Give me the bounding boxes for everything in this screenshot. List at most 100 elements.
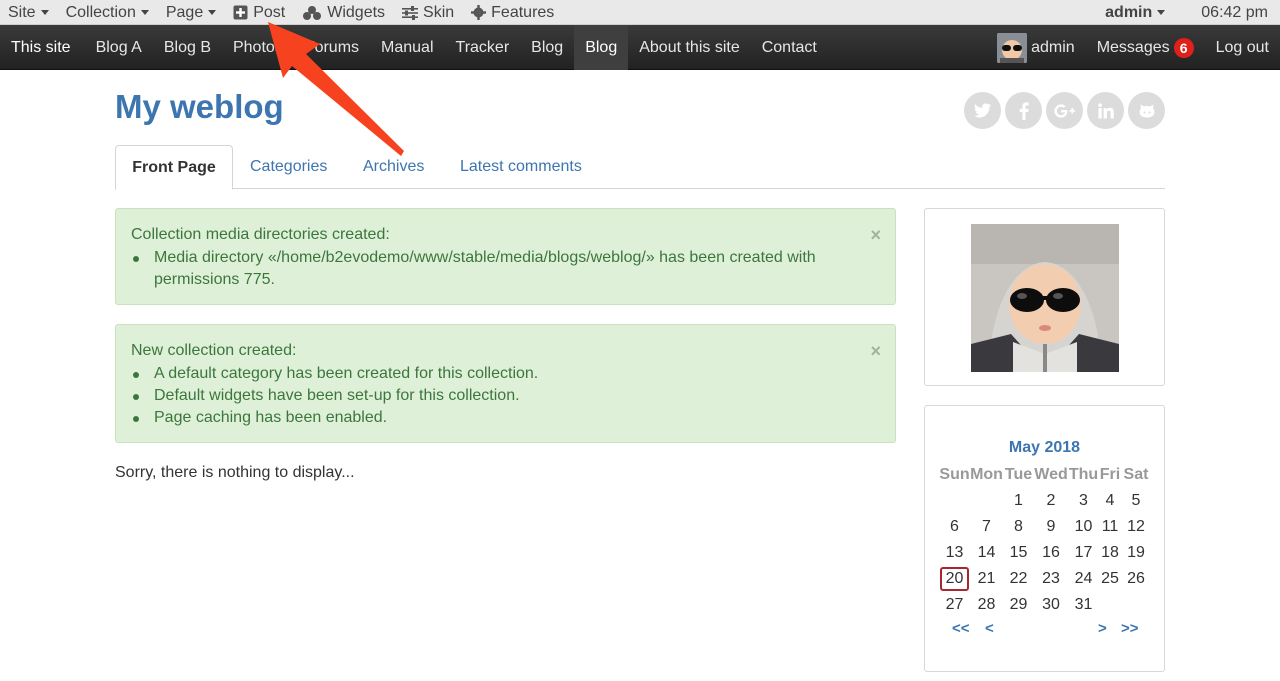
post-button[interactable]: Post: [233, 4, 285, 22]
calendar-next-year[interactable]: >>: [1121, 620, 1139, 637]
nav-blog-active[interactable]: Blog: [574, 25, 629, 70]
calendar-week-row: 20 21 22 23 24 25 26: [939, 566, 1151, 592]
calendar-day: 8: [1014, 518, 1023, 535]
site-menu-label: Site: [8, 3, 36, 21]
collection-tabs: Front Page Categories Archives Latest co…: [115, 145, 1165, 190]
calendar-day: 18: [1101, 544, 1119, 561]
page-menu[interactable]: Page: [165, 3, 217, 22]
weekday-label: Fri: [1099, 466, 1121, 483]
profile-photo[interactable]: [971, 224, 1119, 372]
nav-photos[interactable]: Photos: [222, 25, 294, 70]
user-menu[interactable]: admin: [1105, 3, 1166, 22]
features-button-label: Features: [491, 3, 555, 21]
chevron-down-icon: [1157, 10, 1166, 15]
calendar-day: 14: [977, 544, 996, 561]
nav-blog-a[interactable]: Blog A: [85, 25, 153, 70]
empty-message: Sorry, there is nothing to display...: [115, 464, 355, 481]
nav-blog-b[interactable]: Blog B: [153, 25, 222, 70]
page-title[interactable]: My weblog: [115, 88, 284, 126]
calendar-day: 12: [1127, 518, 1145, 535]
site-menu[interactable]: Site: [8, 4, 49, 22]
skin-button-label: Skin: [423, 3, 455, 21]
list-item: Default widgets have been set-up for thi…: [131, 385, 880, 407]
calendar-weekday-row: Sun Mon Tue Wed Thu Fri Sat: [939, 462, 1151, 488]
calendar-day: 31: [1074, 596, 1093, 613]
calendar-day: 17: [1074, 544, 1093, 561]
weekday-label: Mon: [970, 466, 1003, 483]
calendar-day: 11: [1101, 518, 1119, 535]
success-alert-media: × Collection media directories created: …: [115, 208, 896, 305]
calendar-day: 5: [1131, 492, 1141, 509]
success-alert-collection: × New collection created: A default cate…: [115, 324, 896, 443]
close-icon[interactable]: ×: [870, 225, 881, 246]
nav-this-site[interactable]: This site: [0, 25, 85, 70]
github-icon[interactable]: [1128, 92, 1165, 129]
user-profile-link[interactable]: admin: [997, 32, 1075, 63]
page-menu-label: Page: [165, 3, 204, 21]
calendar-day: 24: [1074, 570, 1093, 587]
calendar-day: 1: [1014, 492, 1023, 509]
calendar-day: 16: [1042, 544, 1060, 561]
chevron-down-icon: [140, 10, 149, 15]
nav-contact[interactable]: Contact: [751, 25, 828, 70]
collection-menu-label: Collection: [65, 3, 136, 21]
collection-menu[interactable]: Collection: [66, 4, 149, 22]
calendar-nav: << < > >>: [925, 620, 1166, 640]
calendar-next-month[interactable]: >: [1098, 620, 1107, 637]
nav-manual[interactable]: Manual: [370, 25, 444, 70]
calendar-day: 6: [950, 518, 959, 535]
site-menu-bar: This site Blog A Blog B Photos Forums Ma…: [0, 25, 1280, 70]
calendar-today: 20: [940, 567, 969, 591]
calendar-day: 20: [939, 567, 970, 591]
calendar-day: 13: [945, 544, 964, 561]
chevron-down-icon: [208, 10, 217, 15]
user-profile-label: admin: [1031, 38, 1075, 56]
features-button[interactable]: Features: [471, 4, 554, 22]
gear-icon: [471, 5, 487, 20]
widgets-button[interactable]: Widgets: [302, 4, 385, 22]
skin-button[interactable]: Skin: [402, 4, 454, 22]
user-menu-label: admin: [1105, 3, 1153, 21]
site-menu-links: This site Blog A Blog B Photos Forums Ma…: [0, 25, 828, 70]
calendar-grid: Sun Mon Tue Wed Thu Fri Sat 1 2 3 4 5 6 7 8 9 10 1…: [939, 462, 1151, 618]
admin-toolbar-right: admin 06:42 pm: [1105, 0, 1268, 25]
sliders-icon: [402, 5, 419, 20]
calendar-widget: May 2018 Sun Mon Tue Wed Thu Fri Sat 123…: [924, 405, 1165, 672]
calendar-day: 27: [945, 596, 964, 613]
list-item: Media directory «/home/b2evodemo/www/sta…: [131, 247, 880, 291]
calendar-day: 3: [1079, 492, 1088, 509]
tab-categories[interactable]: Categories: [250, 145, 327, 189]
calendar-prev-year[interactable]: <<: [952, 620, 970, 637]
nav-tracker[interactable]: Tracker: [445, 25, 521, 70]
alert-list: Media directory «/home/b2evodemo/www/sta…: [131, 247, 880, 291]
messages-link[interactable]: Messages 6: [1097, 37, 1194, 58]
calendar-prev-month[interactable]: <: [985, 620, 994, 637]
list-item: Page caching has been enabled.: [131, 407, 880, 429]
twitter-icon[interactable]: [964, 92, 1001, 129]
avatar: [997, 32, 1028, 63]
tab-front-page[interactable]: Front Page: [115, 145, 233, 190]
calendar-day: 23: [1042, 570, 1060, 587]
calendar-day: 25: [1101, 570, 1119, 587]
calendar-week-row: 13 14 15 16 17 18 19: [939, 540, 1151, 566]
calendar-day: 19: [1127, 544, 1145, 561]
tab-archives[interactable]: Archives: [363, 145, 424, 189]
calendar-day: 22: [1009, 570, 1028, 587]
admin-toolbar: Site Collection Page Post Widgets Skin F…: [0, 0, 1280, 25]
close-icon[interactable]: ×: [870, 341, 881, 362]
nav-blog[interactable]: Blog: [520, 25, 574, 70]
linkedin-icon[interactable]: [1087, 92, 1124, 129]
alert-list: A default category has been created for …: [131, 363, 880, 429]
weekday-label: Wed: [1034, 466, 1068, 483]
nav-forums[interactable]: Forums: [294, 25, 370, 70]
tab-latest-comments[interactable]: Latest comments: [460, 145, 582, 189]
weekday-label: Thu: [1068, 466, 1099, 483]
logout-link[interactable]: Log out: [1216, 39, 1269, 57]
calendar-title[interactable]: May 2018: [925, 439, 1164, 457]
facebook-icon[interactable]: [1005, 92, 1042, 129]
google-plus-icon[interactable]: [1046, 92, 1083, 129]
calendar-week-row: 1 2 345: [939, 488, 1151, 514]
nav-about[interactable]: About this site: [628, 25, 751, 70]
weekday-label: Sat: [1123, 466, 1149, 483]
calendar-day: 15: [1009, 544, 1028, 561]
